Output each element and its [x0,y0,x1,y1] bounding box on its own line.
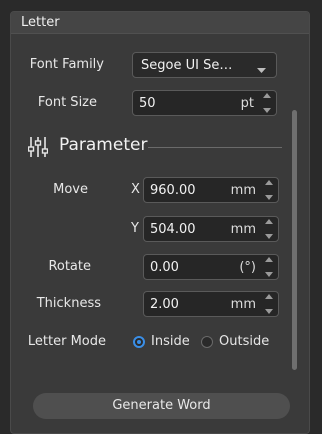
move-x-field[interactable]: 960.00 mm [143,177,279,203]
spin-down-icon[interactable] [265,195,273,200]
rotate-field[interactable]: 0.00 (°) [143,254,279,280]
spin-up-icon[interactable] [265,180,273,185]
radio-unselected-icon [201,335,213,348]
move-y-unit: mm [230,222,256,237]
letter-mode-outside-label: Outside [219,334,270,349]
letter-mode-inside-label: Inside [151,334,190,349]
section-divider [148,147,282,148]
rotate-label: Rotate [48,259,91,274]
move-label: Move [53,182,88,197]
letter-mode-outside-radio[interactable]: Outside [201,334,269,349]
font-family-label: Font Family [29,57,104,72]
spin-up-icon[interactable] [265,219,273,224]
radio-selected-icon [133,335,145,348]
panel-title: Letter [11,12,309,34]
parameter-title: Parameter [59,135,148,155]
font-family-value: Segoe UI Se… [141,58,233,73]
spin-down-icon[interactable] [265,309,273,314]
move-y-stepper[interactable] [263,219,275,239]
font-size-unit: pt [240,96,254,111]
move-x-axis-label: X [131,182,140,197]
letter-panel: Letter Font Family Segoe UI Se… Font Siz… [10,11,310,434]
thickness-stepper[interactable] [263,294,275,314]
thickness-field[interactable]: 2.00 mm [143,291,279,317]
sliders-icon [27,136,49,162]
spin-down-icon[interactable] [265,272,273,277]
move-y-field[interactable]: 504.00 mm [143,216,279,242]
move-x-unit: mm [230,183,256,198]
parameter-section-header: Parameter [27,134,288,162]
generate-word-button[interactable]: Generate Word [33,393,290,419]
spin-up-icon[interactable] [265,294,273,299]
move-x-value: 960.00 [150,183,196,198]
move-y-value: 504.00 [150,222,196,237]
font-size-label: Font Size [37,95,97,110]
rotate-stepper[interactable] [263,257,275,277]
thickness-label: Thickness [36,296,101,311]
font-family-select[interactable]: Segoe UI Se… [132,52,277,78]
chevron-down-icon [257,63,266,78]
vertical-scrollbar[interactable] [292,110,297,370]
letter-mode-label: Letter Mode [27,334,106,349]
spin-up-icon[interactable] [263,93,271,98]
spin-up-icon[interactable] [265,257,273,262]
letter-mode-inside-radio[interactable]: Inside [133,334,190,349]
thickness-unit: mm [230,297,256,312]
font-size-stepper[interactable] [261,93,273,113]
font-size-value: 50 [139,96,156,111]
thickness-value: 2.00 [150,297,179,312]
move-x-stepper[interactable] [263,180,275,200]
move-y-axis-label: Y [131,221,139,236]
rotate-unit: (°) [239,260,256,275]
rotate-value: 0.00 [150,260,179,275]
spin-down-icon[interactable] [263,108,271,113]
font-size-field[interactable]: 50 pt [132,90,277,116]
spin-down-icon[interactable] [265,234,273,239]
